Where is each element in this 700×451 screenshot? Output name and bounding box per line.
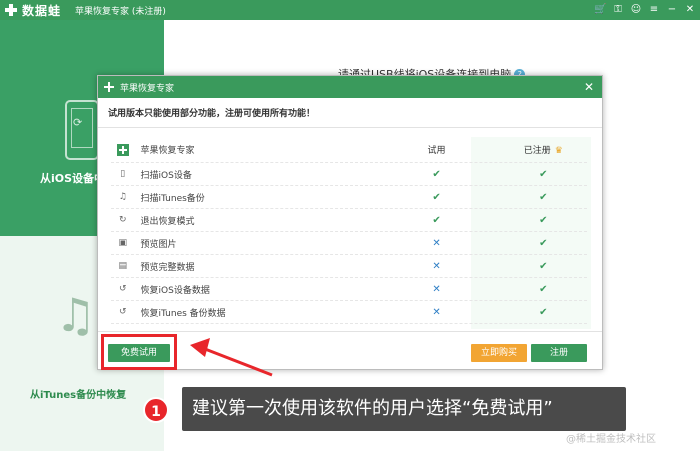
watermark: @稀土掘金技术社区 (566, 434, 656, 445)
annotation-caption: 建议第一次使用该软件的用户选择“免费试用” (182, 387, 626, 431)
arrow-line (204, 347, 273, 377)
pointer-arrow (190, 338, 273, 377)
arrow-head (190, 338, 210, 357)
step-badge: 1 (143, 397, 169, 423)
